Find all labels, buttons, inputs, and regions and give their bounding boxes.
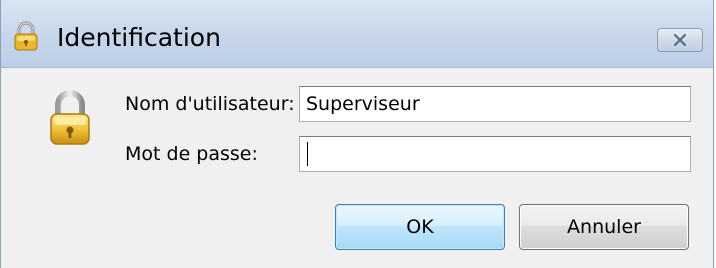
close-icon	[672, 33, 688, 47]
cancel-button[interactable]: Annuler	[519, 204, 689, 250]
ok-button[interactable]: OK	[335, 204, 505, 250]
padlock-icon	[11, 20, 41, 52]
window-title: Identification	[57, 23, 221, 52]
username-label: Nom d'utilisateur:	[125, 93, 295, 115]
login-dialog: Identification Nom d'utilisateur: Superv…	[0, 0, 714, 268]
close-button[interactable]	[657, 28, 703, 52]
password-label: Mot de passe:	[125, 143, 258, 165]
dialog-body: Nom d'utilisateur: Mot de passe: OK Annu…	[1, 68, 713, 268]
username-field[interactable]	[299, 86, 691, 122]
title-bar[interactable]: Identification	[1, 0, 713, 68]
padlock-icon	[47, 88, 93, 148]
password-field[interactable]	[299, 136, 691, 172]
text-cursor	[307, 142, 308, 166]
